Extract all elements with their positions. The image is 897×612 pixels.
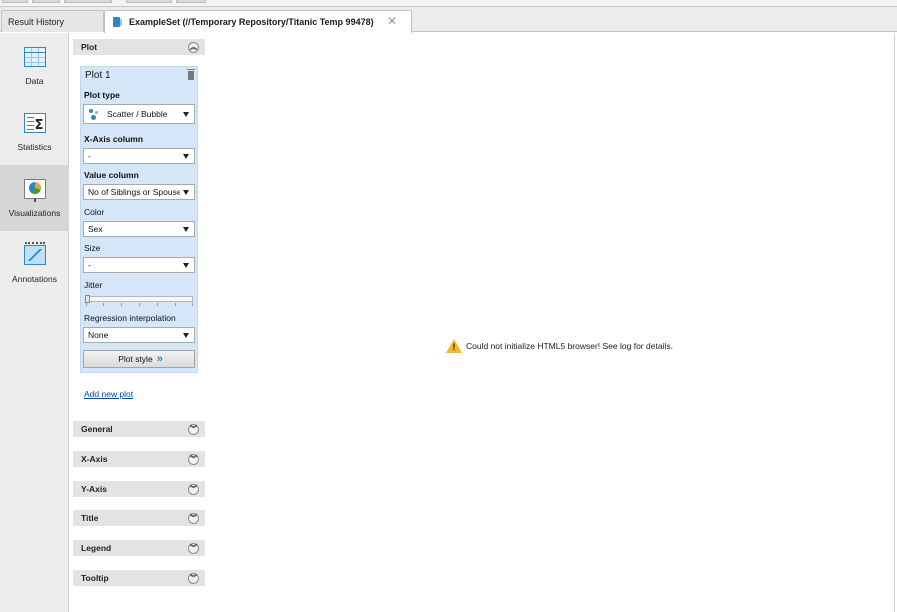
visualization-main-area: Plot ︽ Plot 1 Plot type Scatter / Bubble… xyxy=(70,33,895,612)
section-tooltip-header[interactable]: Tooltip ︾ xyxy=(73,570,205,586)
toolbar-segment[interactable] xyxy=(126,0,172,3)
sidebar-item-visualizations[interactable]: Visualizations xyxy=(0,165,69,231)
size-select[interactable]: - xyxy=(83,257,195,273)
sidebar-item-label: Statistics xyxy=(17,142,52,152)
x-axis-select[interactable]: - xyxy=(83,148,195,164)
section-legend-header[interactable]: Legend ︾ xyxy=(73,540,205,556)
expand-icon[interactable]: ︾ xyxy=(188,454,199,465)
value-column-label: Value column xyxy=(84,170,139,180)
select-value: - xyxy=(88,151,91,161)
section-y-axis-header[interactable]: Y-Axis ︾ xyxy=(73,481,205,497)
sidebar-item-statistics[interactable]: Statistics xyxy=(0,99,69,165)
color-label: Color xyxy=(84,207,105,217)
slider-thumb[interactable] xyxy=(85,295,90,303)
exampleset-icon xyxy=(113,17,122,27)
result-tab-bar: Result History ExampleSet (//Temporary R… xyxy=(0,7,897,33)
button-label: Plot style xyxy=(118,354,153,364)
plot-style-button[interactable]: Plot style » xyxy=(83,350,195,368)
section-title: Title xyxy=(81,513,99,523)
add-new-plot-link[interactable]: Add new plot xyxy=(84,389,133,399)
plot-type-label: Plot type xyxy=(84,90,120,100)
browser-error-message: Could not initialize HTML5 browser! See … xyxy=(446,339,673,353)
section-plot-header[interactable]: Plot ︽ xyxy=(73,39,205,55)
select-value: Sex xyxy=(88,224,103,234)
plot-title: Plot 1 xyxy=(85,70,111,81)
tab-exampleset[interactable]: ExampleSet (//Temporary Repository/Titan… xyxy=(104,10,412,33)
tab-result-history[interactable]: Result History xyxy=(1,10,104,32)
view-sidebar: Data Statistics Visualizations Annotatio… xyxy=(0,33,69,612)
value-column-select[interactable]: No of Siblings or Spouses o xyxy=(83,184,195,200)
select-value: - xyxy=(88,260,91,270)
select-value: None xyxy=(88,330,109,340)
dropdown-arrow-icon xyxy=(183,154,189,159)
section-general-header[interactable]: General ︾ xyxy=(73,421,205,437)
warning-icon xyxy=(446,339,462,353)
section-x-axis-header[interactable]: X-Axis ︾ xyxy=(73,451,205,467)
sidebar-item-label: Data xyxy=(25,76,44,86)
select-value: No of Siblings or Spouses o xyxy=(88,187,180,197)
error-text: Could not initialize HTML5 browser! See … xyxy=(466,341,673,351)
select-value: Scatter / Bubble xyxy=(107,109,168,119)
dropdown-arrow-icon xyxy=(183,112,189,117)
statistics-icon xyxy=(23,113,46,133)
dropdown-arrow-icon xyxy=(183,263,189,268)
regression-select[interactable]: None xyxy=(83,327,195,343)
section-title-header[interactable]: Title ︾ xyxy=(73,510,205,526)
top-toolbar-strip xyxy=(0,0,897,7)
size-label: Size xyxy=(84,243,101,253)
annotations-icon xyxy=(23,242,46,265)
expand-icon[interactable]: ︾ xyxy=(188,424,199,435)
jitter-slider[interactable] xyxy=(85,295,193,306)
dropdown-arrow-icon xyxy=(183,333,189,338)
collapse-icon[interactable]: ︽ xyxy=(188,42,199,53)
color-select[interactable]: Sex xyxy=(83,221,195,237)
section-title: General xyxy=(81,424,113,434)
section-title: Plot xyxy=(81,42,98,52)
sidebar-item-label: Visualizations xyxy=(8,208,61,218)
close-icon[interactable]: ✕ xyxy=(387,14,397,28)
section-title: Legend xyxy=(81,543,112,553)
tab-label: ExampleSet (//Temporary Repository/Titan… xyxy=(129,17,374,27)
jitter-label: Jitter xyxy=(84,280,103,290)
section-title: X-Axis xyxy=(81,454,108,464)
expand-icon[interactable]: ︾ xyxy=(188,484,199,495)
plot-config-panel: Plot 1 Plot type Scatter / Bubble X-Axis… xyxy=(80,66,198,373)
expand-icon[interactable]: ︾ xyxy=(188,543,199,554)
data-table-icon xyxy=(23,47,46,67)
sidebar-item-annotations[interactable]: Annotations xyxy=(0,231,69,297)
regression-label: Regression interpolation xyxy=(84,313,176,323)
expand-icon[interactable]: ︾ xyxy=(188,573,199,584)
plot-type-select[interactable]: Scatter / Bubble xyxy=(83,104,195,124)
expand-icon[interactable]: ︾ xyxy=(188,513,199,524)
sidebar-item-data[interactable]: Data xyxy=(0,33,69,99)
toolbar-segment[interactable] xyxy=(64,0,112,3)
toolbar-segment[interactable] xyxy=(2,0,28,3)
toolbar-segment[interactable] xyxy=(176,0,206,3)
tab-label: Result History xyxy=(8,16,65,27)
dropdown-arrow-icon xyxy=(183,227,189,232)
dropdown-arrow-icon xyxy=(183,190,189,195)
trash-icon[interactable] xyxy=(187,69,195,80)
section-title: Y-Axis xyxy=(81,484,107,494)
toolbar-segment[interactable] xyxy=(32,0,60,3)
visualizations-icon xyxy=(23,179,46,202)
x-axis-label: X-Axis column xyxy=(84,134,144,144)
section-title: Tooltip xyxy=(81,573,109,583)
double-chevron-right-icon: » xyxy=(156,353,163,365)
sidebar-item-label: Annotations xyxy=(12,274,57,284)
scatter-icon xyxy=(88,108,102,120)
